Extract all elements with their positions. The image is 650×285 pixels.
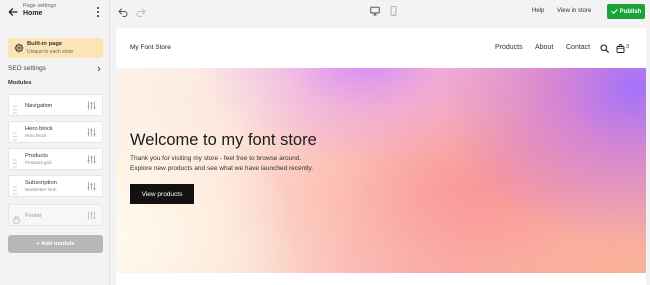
chevron-right-icon [97,66,101,72]
module-subtitle: Newsletter form [25,187,57,192]
drag-handle-icon[interactable] [13,182,17,195]
nav-link-about[interactable]: About [535,44,553,51]
settings-sliders-icon[interactable] [87,101,96,110]
add-module-button[interactable]: + Add module [8,235,103,253]
module-subscription[interactable]: Subscription Newsletter form [8,175,103,197]
built-in-title: Built-in page [27,41,63,47]
desktop-icon[interactable] [370,6,380,16]
seo-settings-row[interactable]: SEO settings [8,64,103,74]
check-icon [611,9,618,14]
view-products-button[interactable]: View products [130,184,194,204]
gear-icon [14,43,24,53]
module-footer[interactable]: Footer [8,204,103,226]
sidebar-header: Page settings Home [0,0,110,24]
publish-button[interactable]: Publish [607,4,645,19]
publish-label: Publish [619,8,642,15]
mobile-icon[interactable] [390,6,397,16]
help-link[interactable]: Help [532,8,544,14]
hero-text: Thank you for visiting my store - feel f… [130,154,313,174]
sidebar-subtitle: Page settings [23,3,57,9]
module-name: Products [25,153,48,159]
settings-sliders-icon[interactable] [87,182,96,191]
hero-title: Welcome to my font store [130,131,317,149]
nav-link-contact[interactable]: Contact [566,44,590,51]
drag-handle-icon[interactable] [13,128,17,141]
hero-text-line: Thank you for visiting my store - feel f… [130,155,302,162]
more-menu-button[interactable] [94,6,102,18]
arrow-left-icon [8,8,18,16]
hero-block: Welcome to my font store Thank you for v… [116,68,646,273]
drag-handle-icon[interactable] [13,101,17,114]
drag-handle-icon[interactable] [13,155,17,168]
editor-toolbar: Help View in store Publish [110,0,650,24]
module-name: Footer [25,212,42,219]
lock-icon [13,211,20,224]
store-navigation: My Font Store Products About Contact 3 [116,28,646,68]
module-subtitle: Hero block [25,133,47,138]
module-name: Navigation [25,102,53,109]
settings-sliders-icon[interactable] [87,211,96,220]
redo-icon[interactable] [136,7,146,17]
hero-text-line: Explore new products and see what we hav… [130,165,314,172]
store-logo[interactable]: My Font Store [130,44,171,51]
store-preview: My Font Store Products About Contact 3 W… [116,28,646,285]
page-settings-sidebar: Page settings Home Built-in page Unique … [0,0,110,285]
back-button[interactable] [6,5,20,19]
module-products[interactable]: Products Products grid [8,148,103,170]
shopping-bag-icon[interactable] [616,43,625,53]
seo-settings-label: SEO settings [8,65,46,72]
sidebar-title: Home [23,10,43,17]
undo-icon[interactable] [118,7,128,17]
module-name: Subscription [25,180,57,186]
module-navigation[interactable]: Navigation [8,94,103,116]
module-hero-block[interactable]: Hero block Hero block [8,121,103,143]
search-icon[interactable] [600,44,609,53]
view-in-store-link[interactable]: View in store [557,8,591,14]
module-subtitle: Products grid [25,160,52,165]
modules-heading: Modules [8,80,32,86]
module-name: Hero block [25,126,53,132]
settings-sliders-icon[interactable] [87,155,96,164]
nav-link-products[interactable]: Products [495,44,523,51]
settings-sliders-icon[interactable] [87,128,96,137]
built-in-subtitle: Unique to each store [27,48,74,55]
built-in-page-badge: Built-in page Unique to each store [8,38,103,58]
cart-count: 3 [626,44,630,50]
